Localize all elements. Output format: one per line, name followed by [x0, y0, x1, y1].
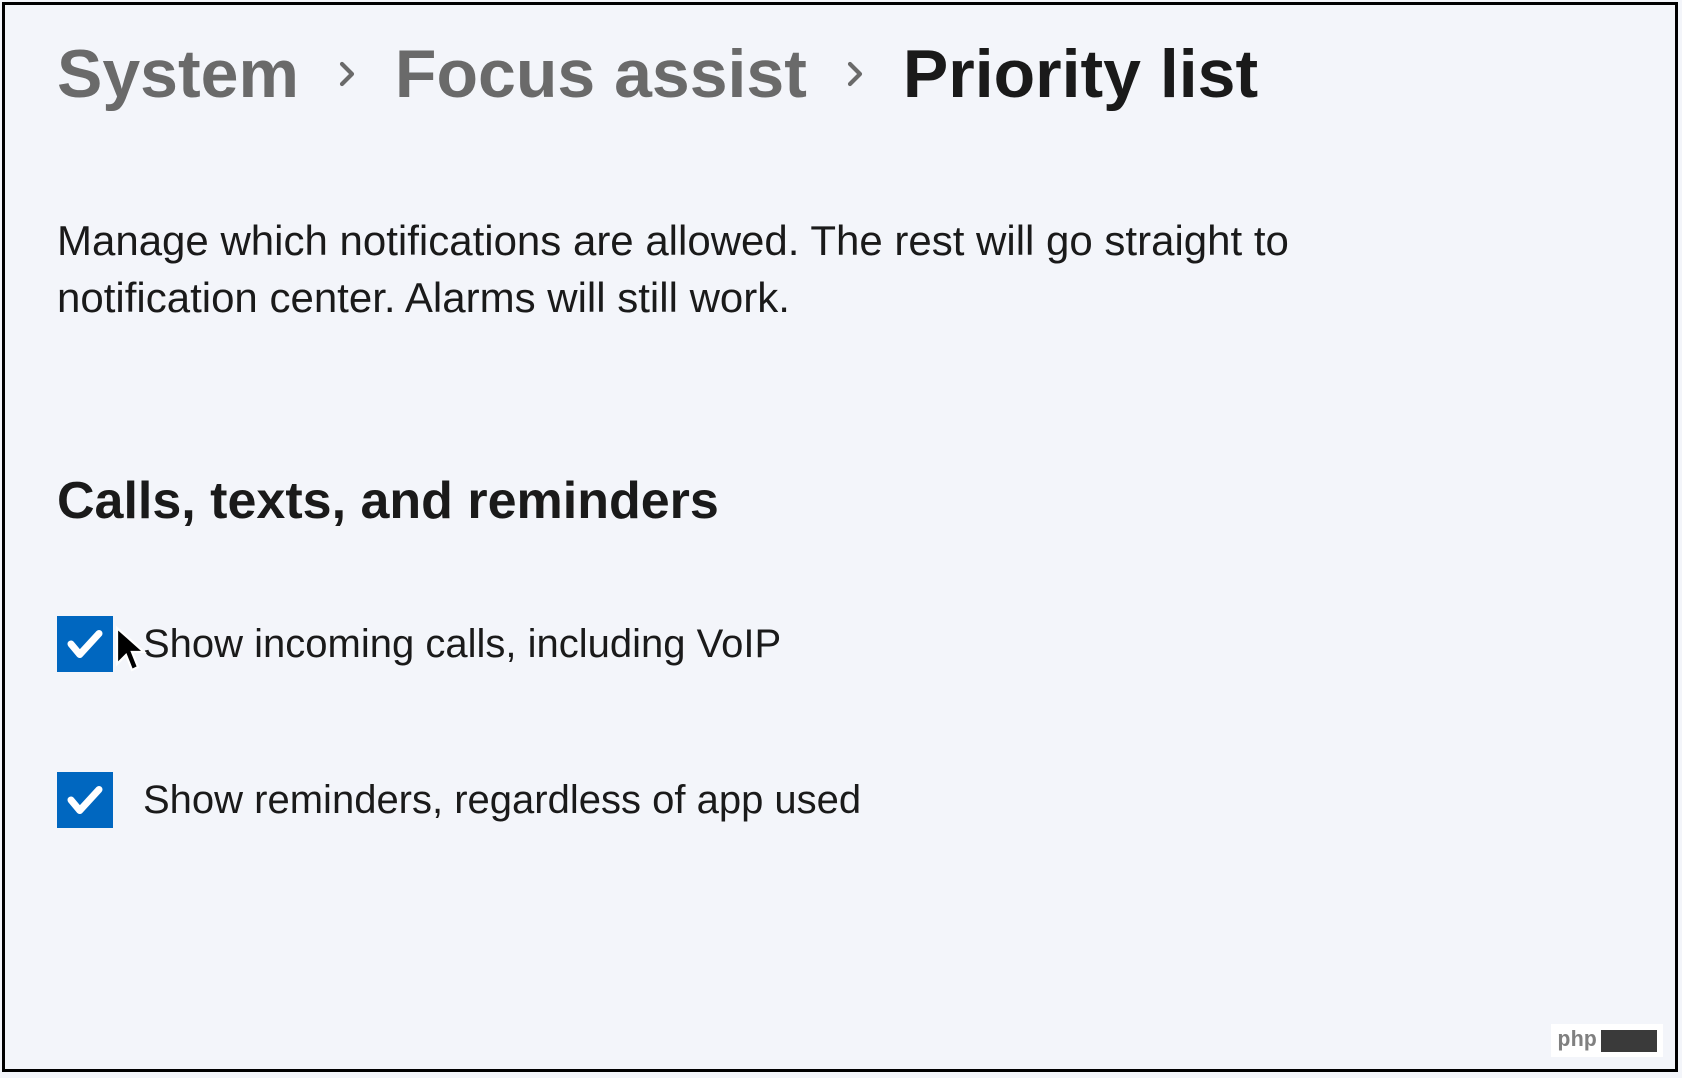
breadcrumb: System Focus assist Priority list — [57, 35, 1623, 113]
checkbox-label-reminders: Show reminders, regardless of app used — [143, 778, 861, 823]
watermark-text: php — [1557, 1028, 1597, 1053]
breadcrumb-current: Priority list — [903, 35, 1258, 113]
page-description: Manage which notifications are allowed. … — [57, 213, 1307, 326]
checkmark-icon — [64, 779, 106, 821]
checkbox-label-incoming-calls: Show incoming calls, including VoIP — [143, 622, 781, 667]
chevron-right-icon — [835, 54, 875, 94]
checkbox-row-reminders: Show reminders, regardless of app used — [57, 772, 1623, 828]
breadcrumb-link-system[interactable]: System — [57, 35, 299, 113]
watermark: php — [1551, 1024, 1663, 1057]
section-heading-calls-texts-reminders: Calls, texts, and reminders — [57, 471, 1623, 531]
checkbox-row-incoming-calls: Show incoming calls, including VoIP — [57, 616, 1623, 672]
cursor-pointer-icon — [113, 625, 151, 678]
checkmark-icon — [64, 623, 106, 665]
chevron-right-icon — [327, 54, 367, 94]
breadcrumb-link-focus-assist[interactable]: Focus assist — [395, 35, 807, 113]
checkbox-show-reminders[interactable] — [57, 772, 113, 828]
watermark-box — [1601, 1030, 1657, 1052]
checkbox-show-incoming-calls[interactable] — [57, 616, 113, 672]
